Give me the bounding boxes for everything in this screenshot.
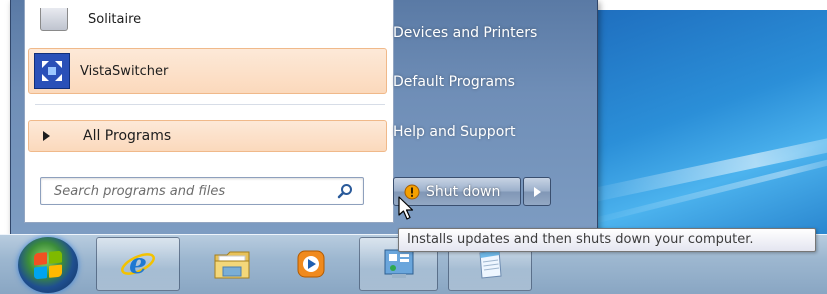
all-programs-button[interactable]: All Programs bbox=[28, 120, 387, 152]
mouse-pointer-icon bbox=[398, 196, 414, 220]
solitaire-icon bbox=[40, 7, 68, 31]
program-item-vistaswitcher[interactable]: VistaSwitcher bbox=[28, 48, 387, 94]
divider bbox=[35, 104, 385, 105]
svg-text:e: e bbox=[129, 247, 147, 280]
start-menu-programs-pane: Solitaire VistaSwitcher All Programs bbox=[24, 0, 394, 223]
internet-explorer-icon: e bbox=[121, 247, 155, 280]
media-player-icon bbox=[297, 250, 325, 278]
search-box[interactable] bbox=[40, 177, 364, 205]
folder-icon bbox=[214, 251, 250, 279]
devices-and-printers-link[interactable]: Devices and Printers bbox=[393, 25, 537, 41]
program-item-solitaire[interactable]: Solitaire bbox=[28, 0, 387, 38]
taskbar-windows-explorer[interactable] bbox=[200, 237, 264, 291]
chevron-right-icon bbox=[43, 131, 50, 141]
desktop-wallpaper bbox=[596, 10, 827, 235]
default-programs-link[interactable]: Default Programs bbox=[393, 74, 515, 90]
program-label: VistaSwitcher bbox=[80, 63, 169, 79]
notepad-icon bbox=[479, 249, 502, 279]
search-icon[interactable] bbox=[337, 183, 353, 199]
start-button[interactable] bbox=[18, 237, 78, 293]
search-input[interactable] bbox=[52, 182, 316, 200]
vistaswitcher-icon bbox=[34, 53, 70, 89]
windows-logo-icon bbox=[34, 250, 62, 280]
program-label: Solitaire bbox=[88, 11, 142, 27]
taskbar-media-player[interactable] bbox=[280, 237, 342, 291]
shut-down-options-button[interactable] bbox=[523, 177, 551, 206]
all-programs-label: All Programs bbox=[83, 128, 172, 144]
chevron-right-icon bbox=[533, 186, 541, 197]
shut-down-label: Shut down bbox=[426, 183, 501, 200]
taskbar-internet-explorer[interactable]: e bbox=[96, 237, 180, 291]
help-and-support-link[interactable]: Help and Support bbox=[393, 124, 516, 140]
control-panel-icon bbox=[384, 249, 413, 278]
shut-down-tooltip: Installs updates and then shuts down you… bbox=[398, 228, 816, 252]
